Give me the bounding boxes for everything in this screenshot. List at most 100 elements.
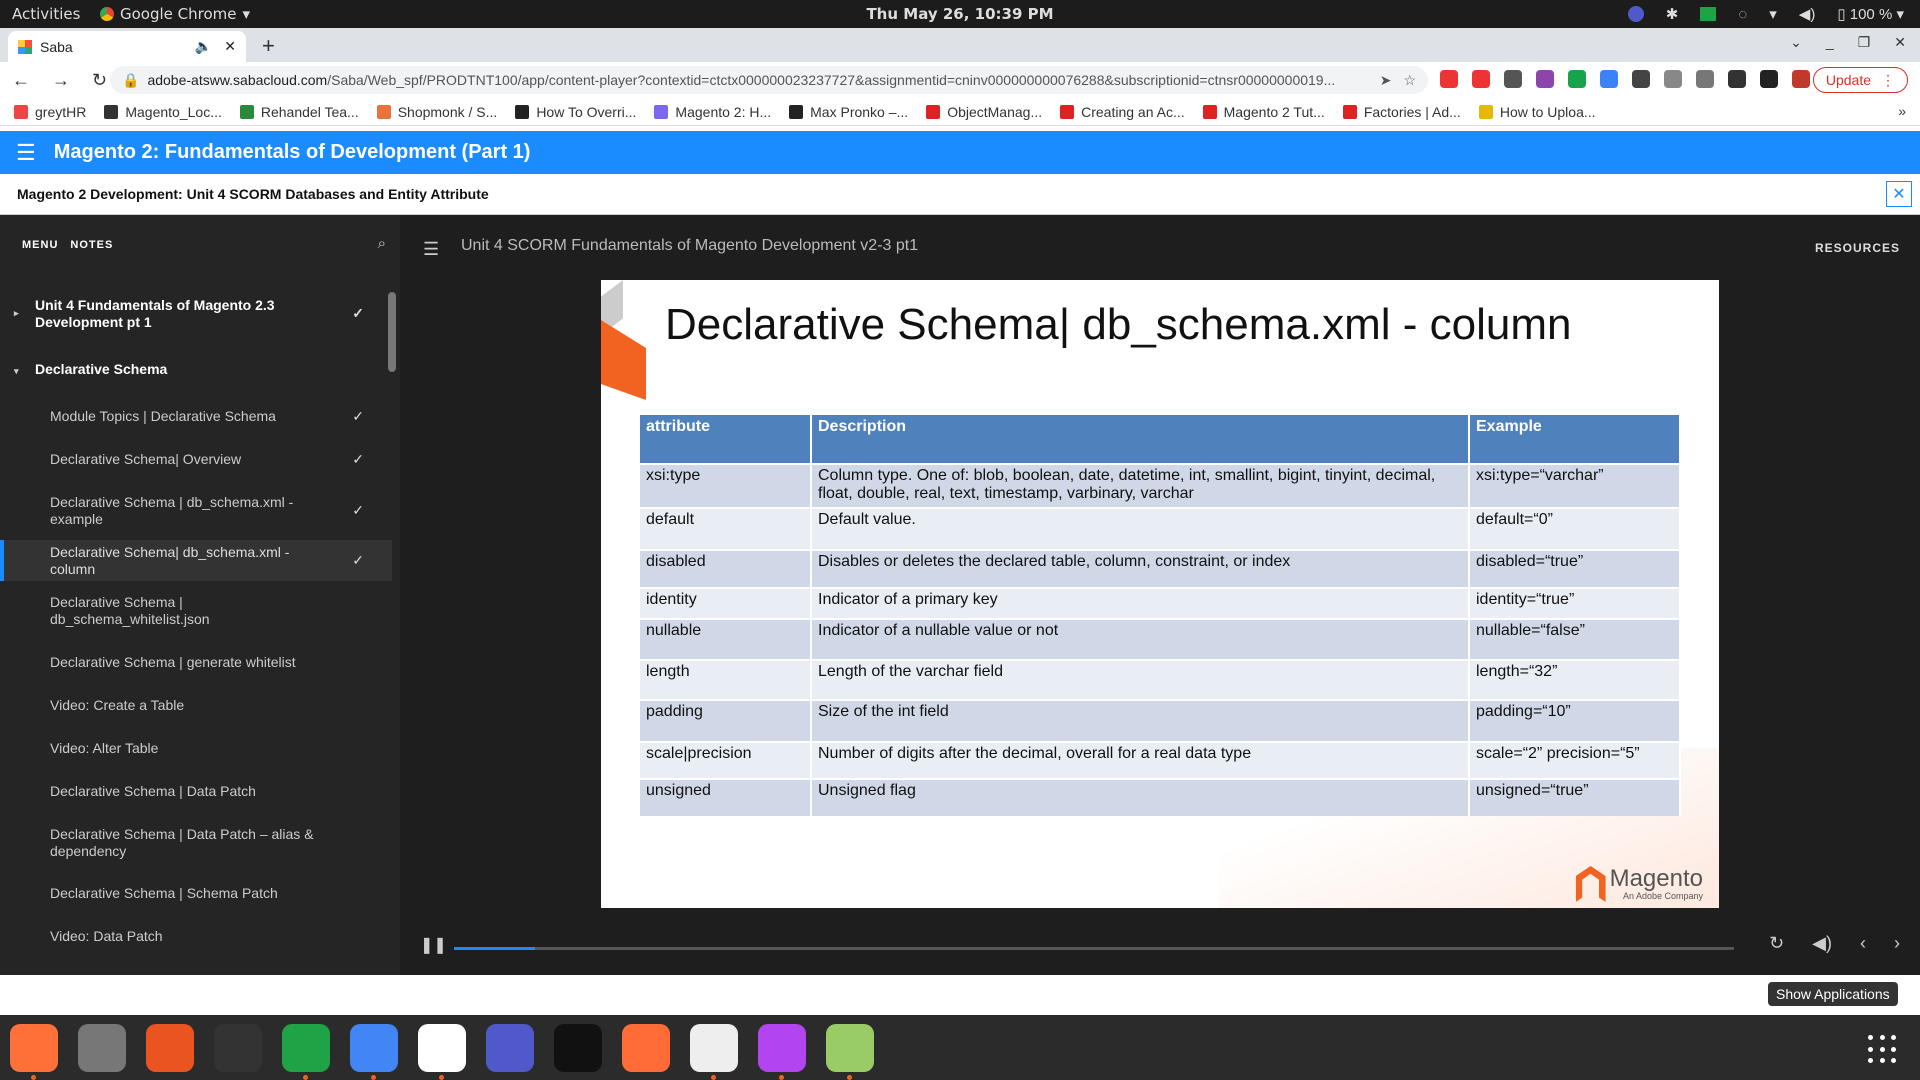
outline-item[interactable]: Declarative Schema | Schema Patch: [0, 872, 392, 915]
replay-icon[interactable]: ↻: [1769, 933, 1784, 954]
outline-item[interactable]: Declarative Schema| Overview ✓: [0, 438, 392, 481]
battery-status[interactable]: ▯ 100 % ▾: [1837, 5, 1904, 23]
player-menu-icon[interactable]: ☰: [423, 239, 439, 260]
outline-item[interactable]: Declarative Schema | db_schema.xml - exa…: [0, 481, 392, 540]
app-menu[interactable]: Google Chrome ▾: [100, 5, 250, 23]
outline-item[interactable]: Video: Alter Table: [0, 727, 392, 770]
extension-icon[interactable]: [1504, 70, 1522, 88]
firefox-icon[interactable]: [10, 1023, 58, 1080]
phpstorm-icon[interactable]: [758, 1023, 806, 1080]
outline-item[interactable]: Declarative Schema | db_schema_whitelist…: [0, 581, 392, 641]
speaker-icon[interactable]: 🔈: [195, 38, 212, 55]
bookmark-item[interactable]: How to Uploa...: [1478, 104, 1596, 120]
teams-tray-icon[interactable]: [1627, 6, 1644, 22]
outline-item[interactable]: Video: Create a Table: [0, 684, 392, 727]
extension-icon[interactable]: [1696, 70, 1714, 88]
extension-icon[interactable]: [1632, 70, 1650, 88]
extension-icon[interactable]: [1792, 70, 1810, 88]
table-cell: default=“0”: [1470, 507, 1681, 549]
sidebar-scrollbar[interactable]: [388, 292, 396, 372]
chat-icon[interactable]: [282, 1023, 330, 1080]
postman-icon[interactable]: [622, 1023, 670, 1072]
camera-icon[interactable]: [554, 1023, 602, 1072]
close-lesson-button[interactable]: ✕: [1886, 181, 1912, 207]
show-applications-icon[interactable]: [1868, 1035, 1898, 1065]
star-icon[interactable]: ☆: [1403, 72, 1416, 89]
extension-icon[interactable]: [1728, 70, 1746, 88]
restore-icon[interactable]: ❐: [1858, 34, 1871, 51]
slack-icon[interactable]: [418, 1023, 466, 1080]
bookmark-item[interactable]: Creating an Ac...: [1060, 104, 1185, 120]
chat-tray-icon[interactable]: [1700, 7, 1717, 21]
files-icon[interactable]: [78, 1023, 126, 1072]
send-icon[interactable]: ➤: [1380, 72, 1392, 89]
progress-bar[interactable]: [454, 947, 1734, 950]
url-text[interactable]: adobe-atsww.sabacloud.com/Saba/Web_spf/P…: [147, 72, 1367, 88]
reload-icon[interactable]: ↻: [92, 70, 107, 91]
extension-icon[interactable]: [1568, 70, 1586, 88]
outline-item-active[interactable]: Declarative Schema| db_schema.xml - colu…: [0, 540, 392, 581]
outline-item[interactable]: Declarative Schema | generate whitelist: [0, 641, 392, 684]
extension-icon[interactable]: [1760, 70, 1778, 88]
outline-item[interactable]: Video: Data Patch: [0, 915, 392, 958]
next-icon[interactable]: ›: [1894, 933, 1900, 954]
grid-dot: [1891, 1058, 1897, 1064]
bookmark-item[interactable]: Rehandel Tea...: [239, 104, 359, 120]
bookmark-item[interactable]: Shopmonk / S...: [376, 104, 497, 120]
update-tray-icon[interactable]: ◌: [1738, 6, 1747, 23]
system-tray[interactable]: ✱ ◌ ▾ ◀) ▯ 100 % ▾: [1627, 5, 1904, 23]
software-icon[interactable]: [146, 1023, 194, 1072]
viewer-icon[interactable]: [826, 1023, 874, 1080]
slack-tray-icon[interactable]: ✱: [1666, 5, 1679, 23]
tab-menu[interactable]: MENU: [22, 239, 58, 251]
outline-item[interactable]: Declarative Schema | Data Patch – alias …: [0, 813, 392, 872]
bookmark-item[interactable]: Max Pronko –...: [789, 104, 908, 120]
forward-icon[interactable]: →: [52, 70, 70, 91]
bookmark-item[interactable]: Magento_Loc...: [104, 104, 222, 120]
activities-button[interactable]: Activities: [12, 5, 80, 23]
wifi-icon[interactable]: ▾: [1769, 5, 1777, 23]
extension-icon[interactable]: [1472, 70, 1490, 88]
browser-tab[interactable]: Saba 🔈 ✕: [8, 31, 246, 62]
hamburger-menu-icon[interactable]: ☰: [16, 140, 36, 166]
chrome-icon[interactable]: [350, 1023, 398, 1080]
outline-item[interactable]: Module Topics | Declarative Schema ✓: [0, 395, 392, 438]
search-icon[interactable]: ⌕: [378, 235, 386, 252]
kebab-menu-icon[interactable]: ⋮: [1881, 72, 1895, 89]
new-tab-button[interactable]: +: [262, 33, 275, 59]
extension-icon[interactable]: [1664, 70, 1682, 88]
resources-button[interactable]: RESOURCES: [1815, 241, 1900, 255]
page-bottom-strip: [0, 975, 1920, 1015]
terminal-icon[interactable]: [214, 1023, 262, 1072]
pause-icon[interactable]: ❚❚: [420, 935, 447, 955]
volume-icon[interactable]: ◀): [1799, 5, 1816, 23]
bookmark-item[interactable]: Factories | Ad...: [1342, 104, 1461, 120]
bookmark-item[interactable]: greytHR: [14, 104, 86, 120]
player-title: Unit 4 SCORM Fundamentals of Magento Dev…: [461, 237, 919, 254]
extension-icon[interactable]: [1600, 70, 1618, 88]
tab-search-icon[interactable]: ⌄: [1790, 34, 1802, 51]
bookmark-item[interactable]: How To Overri...: [515, 104, 636, 120]
section-unit-4[interactable]: ▸ Unit 4 Fundamentals of Magento 2.3 Dev…: [0, 287, 392, 349]
close-window-icon[interactable]: ✕: [1894, 34, 1906, 51]
dock: [0, 1015, 1920, 1080]
more-bookmarks-icon[interactable]: »: [1898, 103, 1906, 119]
section-declarative-schema[interactable]: ▾ Declarative Schema: [0, 355, 392, 387]
minimize-icon[interactable]: _: [1826, 34, 1834, 51]
back-icon[interactable]: ←: [12, 70, 30, 91]
close-tab-icon[interactable]: ✕: [224, 38, 236, 55]
previous-icon[interactable]: ‹: [1860, 933, 1866, 954]
address-bar[interactable]: 🔒 adobe-atsww.sabacloud.com/Saba/Web_spf…: [110, 66, 1428, 94]
extension-icon[interactable]: [1536, 70, 1554, 88]
editor-icon[interactable]: [690, 1023, 738, 1080]
update-button[interactable]: Update ⋮: [1812, 67, 1908, 93]
bookmark-item[interactable]: ObjectManag...: [926, 104, 1042, 120]
extension-icon[interactable]: [1440, 70, 1458, 88]
table-cell: Disables or deletes the declared table, …: [812, 549, 1470, 587]
tab-notes[interactable]: NOTES: [70, 239, 113, 251]
bookmark-item[interactable]: Magento 2 Tut...: [1202, 104, 1325, 120]
bookmark-item[interactable]: Magento 2: H...: [654, 104, 771, 120]
outline-item[interactable]: Declarative Schema | Data Patch: [0, 770, 392, 813]
teams-icon[interactable]: [486, 1023, 534, 1072]
volume-icon[interactable]: ◀): [1812, 933, 1832, 954]
